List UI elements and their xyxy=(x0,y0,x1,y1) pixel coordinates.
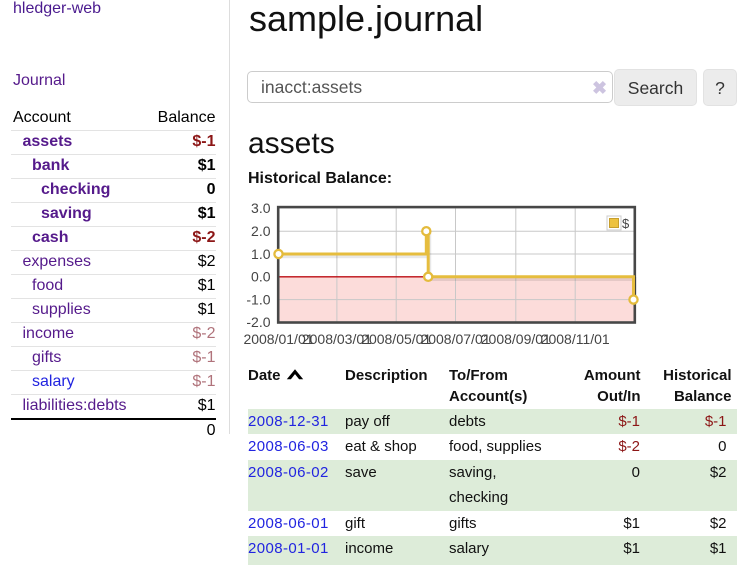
svg-text:3.0: 3.0 xyxy=(251,200,271,216)
svg-text:0.0: 0.0 xyxy=(251,269,271,285)
svg-text:$: $ xyxy=(622,216,630,231)
svg-text:-1.0: -1.0 xyxy=(246,291,270,307)
svg-text:1.0: 1.0 xyxy=(251,246,271,262)
svg-text:-2.0: -2.0 xyxy=(246,314,270,330)
svg-text:2.0: 2.0 xyxy=(251,223,271,239)
svg-text:2008/11/01: 2008/11/01 xyxy=(541,331,610,347)
